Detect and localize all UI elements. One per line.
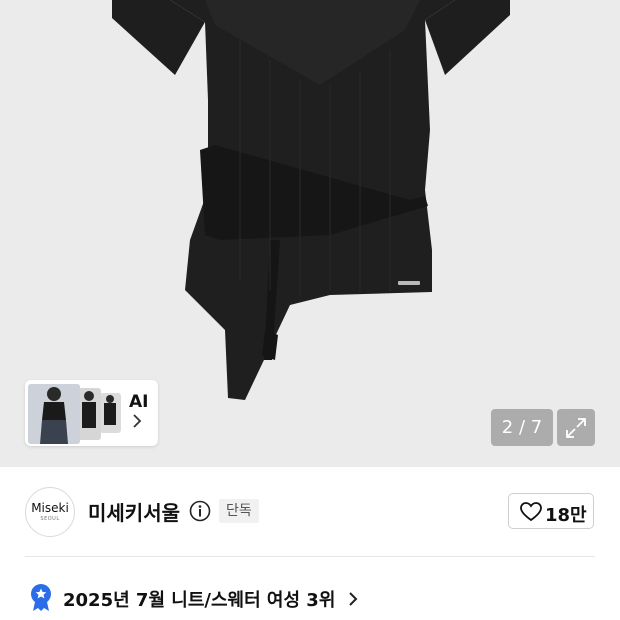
ai-thumbnail-back bbox=[100, 393, 121, 433]
ai-label: AI bbox=[129, 392, 149, 412]
expand-icon bbox=[566, 418, 586, 438]
heart-icon bbox=[520, 502, 542, 522]
like-count: 18만 bbox=[545, 505, 587, 526]
brand-logo-subtext: SEOUL bbox=[40, 516, 60, 522]
info-icon[interactable] bbox=[189, 500, 211, 522]
ranking-chevron-right-icon bbox=[349, 592, 358, 606]
ranking-row[interactable]: 2025년 7월 니트/스웨터 여성 3위 bbox=[0, 560, 620, 620]
expand-button[interactable] bbox=[557, 409, 595, 446]
ai-thumbnail-front bbox=[28, 384, 80, 444]
ranking-medal-icon bbox=[31, 584, 51, 611]
brand-name-link[interactable]: 미세키서울 bbox=[88, 497, 180, 526]
brand-logo-text: Miseki bbox=[31, 501, 69, 515]
image-counter: 2 / 7 bbox=[491, 409, 553, 446]
brand-row: Miseki SEOUL 미세키서울 단독 18만 bbox=[0, 467, 620, 557]
ranking-text: 2025년 7월 니트/스웨터 여성 3위 bbox=[63, 590, 336, 611]
ai-chevron-right-icon bbox=[133, 414, 142, 428]
exclusive-badge: 단독 bbox=[219, 499, 259, 523]
ai-outfit-card[interactable]: AI bbox=[25, 380, 158, 446]
divider bbox=[25, 556, 595, 557]
brand-logo[interactable]: Miseki SEOUL bbox=[25, 487, 75, 537]
product-image[interactable]: AI 2 / 7 bbox=[0, 0, 620, 467]
ai-thumbnail-middle bbox=[77, 388, 101, 440]
like-button[interactable]: 18만 bbox=[508, 493, 594, 529]
